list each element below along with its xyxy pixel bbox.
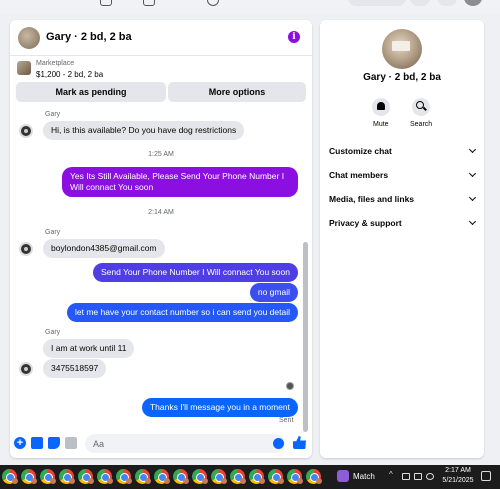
sender-avatar[interactable] <box>19 362 33 376</box>
sender-name: Gary <box>45 111 61 118</box>
chrome-profile-icon[interactable] <box>306 469 322 484</box>
chat-panel: Gary · 2 bd, 2 ba i Marketplace $1,200 -… <box>10 20 312 458</box>
info-icon[interactable]: i <box>288 31 300 43</box>
scrollbar[interactable] <box>303 242 308 432</box>
chrome-profile-icon[interactable] <box>40 469 56 484</box>
listing-price: $1,200 - 2 bd, 2 ba <box>36 70 104 79</box>
chrome-profile-icon[interactable] <box>287 469 303 484</box>
chrome-profile-icon[interactable] <box>97 469 113 484</box>
sender-name: Gary <box>45 329 61 336</box>
network-icon[interactable] <box>414 473 422 480</box>
section-label: Chat members <box>329 170 389 180</box>
account-avatar[interactable] <box>464 0 482 6</box>
listing-avatar[interactable] <box>18 27 40 49</box>
chevron-up-icon[interactable]: ^ <box>389 470 397 479</box>
like-icon[interactable] <box>293 436 306 449</box>
message-input[interactable] <box>85 434 285 453</box>
section-label: Media, files and links <box>329 194 415 204</box>
search-label: Search <box>410 121 433 128</box>
chrome-profile-icon[interactable] <box>78 469 94 484</box>
sender-avatar[interactable] <box>19 124 33 138</box>
mute-label: Mute <box>373 121 389 128</box>
outgoing-message[interactable]: let me have your contact number so i can… <box>67 303 298 322</box>
top-search-pill[interactable] <box>348 0 406 6</box>
taskbar: Match ^ 2:17 AM 5/21/2025 <box>0 465 500 489</box>
more-options-button[interactable]: More options <box>168 82 306 102</box>
details-title: Gary · 2 bd, 2 ba <box>363 72 441 83</box>
listing-source: Marketplace <box>36 60 75 67</box>
timestamp: 1:25 AM <box>148 151 174 158</box>
section-media-files-links[interactable]: Media, files and links <box>329 190 477 208</box>
section-label: Customize chat <box>329 146 392 156</box>
listing-photo[interactable] <box>382 29 422 69</box>
clock-date[interactable]: 5/21/2025 <box>438 477 478 484</box>
chrome-profile-icon[interactable] <box>211 469 227 484</box>
weather-label[interactable]: Match <box>353 472 375 481</box>
chrome-profile-icon[interactable] <box>230 469 246 484</box>
outgoing-message[interactable]: no gmail <box>249 283 298 302</box>
outgoing-message[interactable]: Yes Its Still Available, Please Send You… <box>62 167 298 197</box>
notification-icon[interactable] <box>481 471 491 481</box>
chrome-profile-icon[interactable] <box>173 469 189 484</box>
mark-as-pending-button[interactable]: Mark as pending <box>16 82 166 102</box>
video-icon[interactable] <box>100 0 112 6</box>
sender-name: Gary <box>45 229 61 236</box>
search-icon <box>416 101 424 109</box>
chevron-down-icon <box>468 145 477 154</box>
battery-icon[interactable] <box>402 473 410 480</box>
search-button[interactable] <box>412 98 430 116</box>
bell-icon <box>377 102 385 110</box>
incoming-message[interactable]: 3475518597 <box>43 359 107 378</box>
incoming-message[interactable]: boylondon4385@gmail.com <box>43 239 165 258</box>
incoming-message[interactable]: I am at work until 11 <box>43 339 135 358</box>
seen-avatar-icon <box>286 382 294 390</box>
chrome-profile-icon[interactable] <box>116 469 132 484</box>
listing-thumbnail <box>17 61 31 75</box>
section-label: Privacy & support <box>329 218 402 228</box>
chrome-profile-icon[interactable] <box>192 469 208 484</box>
menu-grid-icon[interactable] <box>410 0 430 6</box>
gallery-icon[interactable] <box>31 437 43 449</box>
chat-title[interactable]: Gary · 2 bd, 2 ba <box>46 31 132 43</box>
groups-icon[interactable] <box>207 0 219 6</box>
incoming-message[interactable]: Hi, is this available? Do you have dog r… <box>43 121 245 140</box>
chrome-profile-icon[interactable] <box>21 469 37 484</box>
chrome-profile-icon[interactable] <box>2 469 18 484</box>
section-customize-chat[interactable]: Customize chat <box>329 142 477 160</box>
outgoing-message[interactable]: Thanks I'll message you in a moment <box>141 398 298 417</box>
weather-icon[interactable] <box>337 470 349 482</box>
chrome-profile-icon[interactable] <box>268 469 284 484</box>
details-panel: Gary · 2 bd, 2 ba Mute Search Customize … <box>320 20 484 458</box>
top-nav-strip <box>0 0 500 14</box>
listing-bar[interactable]: Marketplace $1,200 - 2 bd, 2 ba <box>10 57 312 81</box>
chrome-profile-icon[interactable] <box>154 469 170 484</box>
sender-avatar[interactable] <box>19 242 33 256</box>
outgoing-message[interactable]: Send Your Phone Number I Will connact Yo… <box>92 263 298 282</box>
chevron-down-icon <box>468 217 477 226</box>
chevron-down-icon <box>468 193 477 202</box>
clock-time[interactable]: 2:17 AM <box>440 467 476 474</box>
sticker-icon[interactable] <box>48 437 60 449</box>
chat-header: Gary · 2 bd, 2 ba i <box>10 20 312 56</box>
messenger-icon[interactable] <box>437 0 457 6</box>
section-chat-members[interactable]: Chat members <box>329 166 477 184</box>
marketplace-icon[interactable] <box>143 0 155 6</box>
emoji-icon[interactable] <box>273 438 284 449</box>
chevron-down-icon <box>468 169 477 178</box>
composer: + <box>10 431 312 458</box>
volume-icon[interactable] <box>426 473 434 480</box>
chrome-profile-icon[interactable] <box>59 469 75 484</box>
chrome-profile-icon[interactable] <box>249 469 265 484</box>
plus-icon[interactable]: + <box>14 437 26 449</box>
section-privacy-support[interactable]: Privacy & support <box>329 214 477 232</box>
mute-button[interactable] <box>372 98 390 116</box>
chrome-profile-icon[interactable] <box>135 469 151 484</box>
sent-status: Sent <box>279 417 294 424</box>
timestamp: 2:14 AM <box>148 209 174 216</box>
gif-icon[interactable] <box>65 437 77 449</box>
